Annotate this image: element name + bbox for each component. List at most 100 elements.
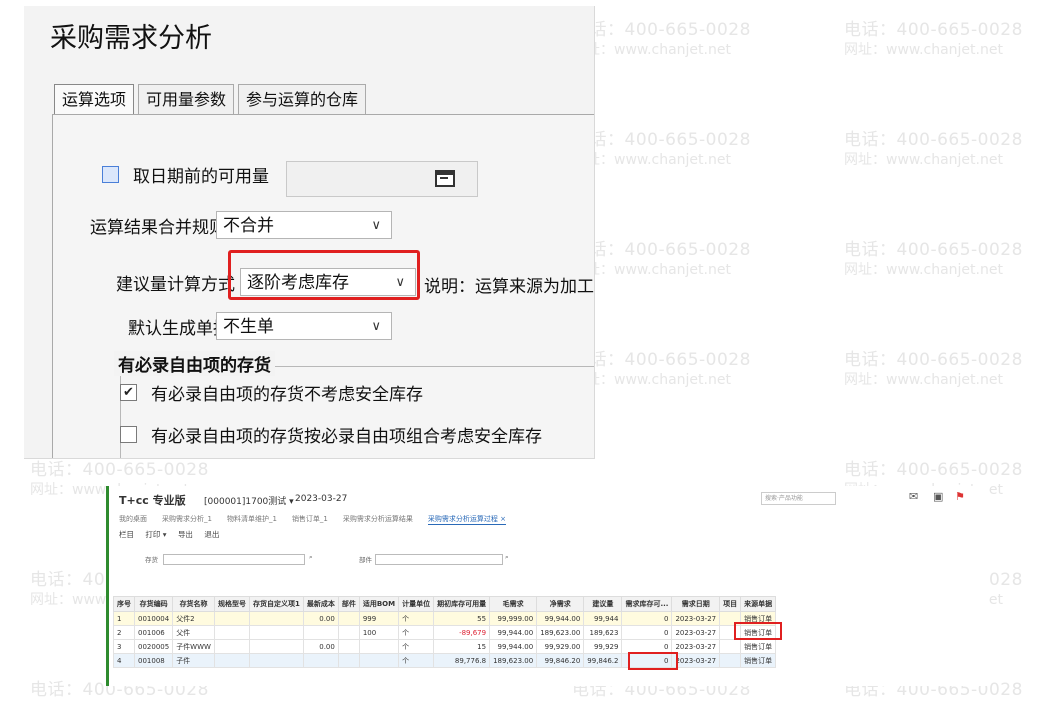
col-header[interactable]: 存货自定义项1 <box>248 596 304 612</box>
cell: 个 <box>398 653 435 668</box>
tab-desktop[interactable]: 我的桌面 <box>119 514 147 525</box>
free-item-option-1[interactable]: ✔ 有必录自由项的存货不考虑安全库存 <box>120 380 423 405</box>
free-item-checkbox-unchecked[interactable] <box>120 426 137 443</box>
tab-bom[interactable]: 物料清单维护_1 <box>227 514 277 525</box>
tab-analysis-process[interactable]: 采购需求分析运算过程 × <box>427 514 506 525</box>
cell: -89,679 <box>433 625 491 640</box>
free-item-option-1-label: 有必录自由项的存货不考虑安全库存 <box>151 385 423 405</box>
cell: 89,776.8 <box>433 653 491 668</box>
cell <box>213 653 250 668</box>
cell: 父件2 <box>172 611 215 626</box>
cell: 55 <box>433 611 491 626</box>
cell: 001008 <box>133 653 174 668</box>
cell: 99,944.00 <box>489 639 538 654</box>
col-header[interactable]: 需求日期 <box>671 596 721 612</box>
prior-date-input[interactable] <box>286 161 478 197</box>
col-header[interactable]: 计量单位 <box>398 596 435 612</box>
stock-filter-input[interactable] <box>163 554 305 565</box>
col-header[interactable]: 规格型号 <box>213 596 250 612</box>
cell: 销售订单 <box>740 639 777 654</box>
free-item-checkbox-checked[interactable]: ✔ <box>120 384 137 401</box>
search-icon[interactable]: ⌕ <box>505 553 509 562</box>
cell: 999 <box>358 611 400 626</box>
col-header[interactable]: 期初库存可用量 <box>433 596 491 612</box>
cell: 3 <box>113 639 135 654</box>
default-doc-select[interactable]: 不生单 ∨ <box>216 312 392 340</box>
table-row[interactable]: 2 001006 父件 100 个 -89,679 99,944.00 189,… <box>113 625 777 640</box>
watermark: 电话：400-665-0028网址：www.chanjet.net <box>572 350 751 388</box>
menu-columns[interactable]: 栏目 <box>119 530 134 539</box>
cell: 99,944 <box>583 611 623 626</box>
prior-available-row[interactable]: 取日期前的可用量 <box>102 162 269 187</box>
table-row[interactable]: 1 0010004 父件2 0.00 999 个 55 99,999.00 99… <box>113 611 777 626</box>
col-header[interactable]: 毛需求 <box>489 596 538 612</box>
cell <box>719 653 742 668</box>
part-filter-input[interactable] <box>375 554 503 565</box>
merge-rule-select[interactable]: 不合并 ∨ <box>216 211 392 239</box>
dialog-title: 采购需求分析 <box>50 23 212 54</box>
account-selector[interactable]: [000001]1700测试 ▾ <box>204 494 294 507</box>
function-search[interactable]: 搜索·产品功能 <box>761 492 836 505</box>
watermark: 电话：400-665-0028网址：www.chanjet.net <box>844 350 1023 388</box>
search-icon[interactable]: ⌕ <box>309 553 313 562</box>
app-toolbar: 栏目 打印 ▾ 导出 退出 <box>119 529 228 540</box>
tab-sales-order[interactable]: 销售订单_1 <box>292 514 328 525</box>
col-header[interactable]: 序号 <box>113 596 135 612</box>
cell <box>337 611 360 626</box>
cell: 0.00 <box>302 639 339 654</box>
calc-method-label: 建议量计算方式 <box>116 275 235 295</box>
col-header[interactable]: 最新成本 <box>302 596 339 612</box>
prior-available-label: 取日期前的可用量 <box>133 167 269 187</box>
alert-icon[interactable]: ⚑ <box>955 490 965 503</box>
free-item-option-2[interactable]: 有必录自由项的存货按必录自由项组合考虑安全库存 <box>120 422 542 447</box>
watermark: 电话：400-665-0028网址：www.chanjet.net <box>572 240 751 278</box>
prior-available-checkbox[interactable] <box>102 166 119 183</box>
save-icon[interactable]: ▣ <box>933 490 943 503</box>
cell: 99,929.00 <box>536 639 585 654</box>
col-header[interactable]: 建议量 <box>583 596 623 612</box>
col-header[interactable]: 来源单据 <box>740 596 777 612</box>
tab-calc-options[interactable]: 运算选项 <box>54 84 135 114</box>
col-header[interactable]: 净需求 <box>536 596 585 612</box>
col-header[interactable]: 适用BOM <box>358 596 400 612</box>
cell <box>337 625 360 640</box>
cell <box>719 639 742 654</box>
menu-exit[interactable]: 退出 <box>204 530 219 539</box>
mail-icon[interactable]: ✉ <box>909 490 918 503</box>
tab-analysis-result[interactable]: 采购需求分析运算结果 <box>343 514 413 525</box>
cell: 15 <box>433 639 491 654</box>
col-header[interactable]: 项目 <box>719 596 742 612</box>
stock-filter-label: 存货 <box>145 556 158 564</box>
col-header[interactable]: 部件 <box>337 596 360 612</box>
watermark: 电话：400-665-0028网址：www.chanjet.net <box>844 130 1023 168</box>
menu-print[interactable]: 打印 ▾ <box>145 530 166 539</box>
app-header: T+cc 专业版 [000001]1700测试 ▾ 2023-03-27 搜索·… <box>109 486 989 510</box>
cell: 2023-03-27 <box>671 611 721 626</box>
cell <box>337 653 360 668</box>
col-header[interactable]: 存货编码 <box>133 596 174 612</box>
cell: 父件 <box>172 625 215 640</box>
part-filter-label: 部件 <box>359 556 372 564</box>
cell: 99,846.2 <box>583 653 623 668</box>
tplus-app-window: T+cc 专业版 [000001]1700测试 ▾ 2023-03-27 搜索·… <box>106 486 989 686</box>
cell <box>213 639 250 654</box>
menu-export[interactable]: 导出 <box>178 530 193 539</box>
col-header[interactable]: 存货名称 <box>172 596 215 612</box>
cell: 99,929 <box>583 639 623 654</box>
calendar-icon[interactable] <box>435 170 455 187</box>
highlight-box <box>734 622 782 640</box>
cell: 0010004 <box>133 611 174 626</box>
cell: 0.00 <box>302 611 339 626</box>
cell: 2023-03-27 <box>671 625 721 640</box>
tab-purchase-analysis[interactable]: 采购需求分析_1 <box>162 514 212 525</box>
free-item-group-title: 有必录自由项的存货 <box>114 351 275 376</box>
cell <box>302 625 339 640</box>
tab-warehouses[interactable]: 参与运算的仓库 <box>238 84 367 114</box>
cell <box>337 639 360 654</box>
col-header[interactable]: 需求库存可... <box>621 596 673 612</box>
tab-available-params[interactable]: 可用量参数 <box>138 84 235 114</box>
cell: 个 <box>398 639 435 654</box>
dialog-tabs: 运算选项 可用量参数 参与运算的仓库 <box>54 84 370 114</box>
cell: 2023-03-27 <box>671 653 721 668</box>
analysis-dialog: 采购需求分析 运算选项 可用量参数 参与运算的仓库 取日期前的可用量 运算结果合… <box>24 6 595 459</box>
